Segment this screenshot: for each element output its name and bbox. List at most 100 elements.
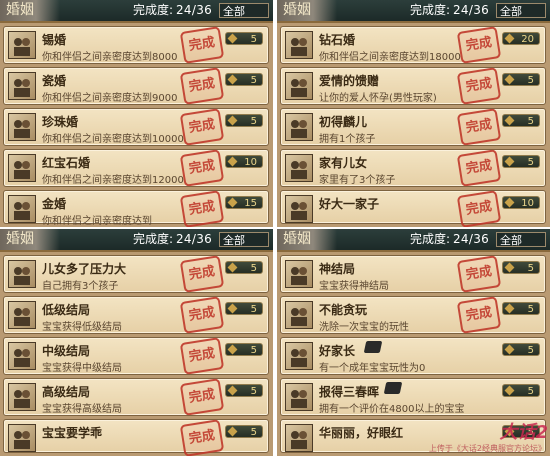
points-badge: 5 xyxy=(502,302,540,315)
filter-dropdown[interactable]: 全部 xyxy=(496,3,546,18)
portrait-icon xyxy=(285,154,313,182)
portrait-icon xyxy=(8,72,36,100)
achievement-desc: 宝宝获得高级结局 xyxy=(42,404,122,415)
achievement-desc: 你和伴侣之间亲密度达到18000 xyxy=(319,52,461,63)
achievement-panel: 婚姻 完成度: 24/36 全部 钻石婚 你和伴侣之间亲密度达到18000 完成… xyxy=(277,0,550,227)
points-badge: 5 xyxy=(225,73,263,86)
completed-stamp: 完成 xyxy=(179,108,225,146)
achievement-row[interactable]: 好大一家子 完成 10 xyxy=(280,190,546,227)
achievement-title: 金婚 xyxy=(42,197,67,211)
achievement-title: 神结局 xyxy=(319,262,356,276)
points-badge: 15 xyxy=(225,196,263,209)
achievement-title: 爱情的馈赠 xyxy=(319,74,380,88)
achievement-row[interactable]: 锡婚 你和伴侣之间亲密度达到8000 完成 5 xyxy=(3,26,269,64)
points-value: 5 xyxy=(250,116,257,127)
achievement-list[interactable]: 神结局 宝宝获得神结局 完成 5 不能贪玩 洗除一次宝宝的玩性 完成 5 好家长… xyxy=(277,252,550,456)
points-value: 5 xyxy=(527,386,534,397)
achievement-title: 红宝石婚 xyxy=(42,156,91,170)
points-icon xyxy=(504,33,515,44)
filter-dropdown[interactable]: 全部 xyxy=(219,3,269,18)
achievement-row[interactable]: 儿女多了压力大 自己拥有3个孩子 完成 5 xyxy=(3,255,269,293)
achievement-list[interactable]: 儿女多了压力大 自己拥有3个孩子 完成 5 低级结局 宝宝获得低级结局 完成 5… xyxy=(0,252,273,456)
completed-stamp: 完成 xyxy=(456,190,502,227)
achievement-desc: 有一个成年宝宝玩性为0 xyxy=(319,363,426,374)
achievement-panel: 婚姻 完成度: 24/36 全部 神结局 宝宝获得神结局 完成 5 不能贪玩 洗… xyxy=(277,229,550,456)
completed-stamp: 完成 xyxy=(179,190,225,227)
locked-icon xyxy=(383,382,403,394)
achievement-title: 不能贪玩 xyxy=(319,303,368,317)
achievement-row[interactable]: 低级结局 宝宝获得低级结局 完成 5 xyxy=(3,296,269,334)
achievement-list[interactable]: 钻石婚 你和伴侣之间亲密度达到18000 完成 20 爱情的馈赠 让你的爱人怀孕… xyxy=(277,23,550,227)
points-icon xyxy=(227,74,238,85)
achievement-title: 低级结局 xyxy=(42,303,91,317)
achievement-desc: 宝宝获得低级结局 xyxy=(42,322,122,333)
points-badge: 5 xyxy=(225,343,263,356)
points-badge: 5 xyxy=(225,384,263,397)
points-badge: 5 xyxy=(502,73,540,86)
points-icon xyxy=(504,156,515,167)
achievement-row[interactable]: 红宝石婚 你和伴侣之间亲密度达到12000 完成 10 xyxy=(3,149,269,187)
achievement-desc: 宝宝获得神结局 xyxy=(319,281,389,292)
achievement-row[interactable]: 神结局 宝宝获得神结局 完成 5 xyxy=(280,255,546,293)
achievement-row[interactable]: 不能贪玩 洗除一次宝宝的玩性 完成 5 xyxy=(280,296,546,334)
achievement-row[interactable]: 爱情的馈赠 让你的爱人怀孕(男性玩家) 完成 5 xyxy=(280,67,546,105)
completed-stamp: 完成 xyxy=(179,149,225,187)
locked-icon xyxy=(363,341,383,353)
achievement-row[interactable]: 高级结局 宝宝获得高级结局 完成 5 xyxy=(3,378,269,416)
points-badge: 5 xyxy=(502,384,540,397)
achievement-title: 华丽丽，好眼红 xyxy=(319,426,404,440)
points-icon xyxy=(227,385,238,396)
forum-watermark: 大话2 xyxy=(499,422,548,443)
achievement-row[interactable]: 中级结局 宝宝获得中级结局 完成 5 xyxy=(3,337,269,375)
forum-watermark-caption: 上传于《大话2经典服官方论坛》 xyxy=(428,444,546,453)
category-tab[interactable]: 婚姻 xyxy=(0,0,60,21)
achievement-title: 钻石婚 xyxy=(319,33,356,47)
portrait-icon xyxy=(285,260,313,288)
points-badge: 10 xyxy=(502,196,540,209)
progress-label: 完成度: xyxy=(133,3,174,17)
points-value: 5 xyxy=(250,263,257,274)
progress-value: 24/36 xyxy=(453,232,490,246)
points-value: 20 xyxy=(521,34,534,45)
portrait-icon xyxy=(285,342,313,370)
category-tab[interactable]: 婚姻 xyxy=(277,0,337,21)
category-tab[interactable]: 婚姻 xyxy=(0,229,60,250)
category-tab[interactable]: 婚姻 xyxy=(277,229,337,250)
completed-stamp: 完成 xyxy=(179,337,225,375)
achievement-title: 锡婚 xyxy=(42,33,67,47)
achievement-row[interactable]: 钻石婚 你和伴侣之间亲密度达到18000 完成 20 xyxy=(280,26,546,64)
achievement-row[interactable]: 珍珠婚 你和伴侣之间亲密度达到10000 完成 5 xyxy=(3,108,269,146)
panel-header: 婚姻 完成度: 24/36 全部 xyxy=(0,0,273,23)
achievement-desc: 你和伴侣之间亲密度达到 xyxy=(42,216,152,227)
points-value: 5 xyxy=(250,304,257,315)
achievement-row[interactable]: 好家长 有一个成年宝宝玩性为0 5 xyxy=(280,337,546,375)
achievement-title: 好大一家子 xyxy=(319,197,380,211)
achievement-desc: 家里有了3个孩子 xyxy=(319,175,396,186)
points-badge: 5 xyxy=(225,32,263,45)
achievement-title: 宝宝要学乖 xyxy=(42,426,103,440)
achievement-row[interactable]: 宝宝要学乖 完成 5 xyxy=(3,419,269,456)
achievement-list[interactable]: 锡婚 你和伴侣之间亲密度达到8000 完成 5 瓷婚 你和伴侣之间亲密度达到90… xyxy=(0,23,273,227)
achievement-desc: 自己拥有3个孩子 xyxy=(42,281,119,292)
achievement-row[interactable]: 初得麟儿 拥有1个孩子 完成 5 xyxy=(280,108,546,146)
points-value: 10 xyxy=(521,198,534,209)
points-icon xyxy=(227,262,238,273)
completed-stamp: 完成 xyxy=(456,108,502,146)
achievement-row[interactable]: 家有儿女 家里有了3个孩子 完成 5 xyxy=(280,149,546,187)
points-icon xyxy=(504,385,515,396)
achievement-panel: 婚姻 完成度: 24/36 全部 锡婚 你和伴侣之间亲密度达到8000 完成 5… xyxy=(0,0,273,227)
filter-dropdown[interactable]: 全部 xyxy=(219,232,269,247)
points-icon xyxy=(227,33,238,44)
points-value: 5 xyxy=(250,75,257,86)
points-icon xyxy=(504,74,515,85)
points-value: 5 xyxy=(250,386,257,397)
portrait-icon xyxy=(8,342,36,370)
filter-dropdown[interactable]: 全部 xyxy=(496,232,546,247)
achievement-row[interactable]: 瓷婚 你和伴侣之间亲密度达到9000 完成 5 xyxy=(3,67,269,105)
points-value: 5 xyxy=(527,304,534,315)
achievement-row[interactable]: 金婚 你和伴侣之间亲密度达到 完成 15 xyxy=(3,190,269,227)
points-icon xyxy=(227,426,238,437)
completed-stamp: 完成 xyxy=(179,378,225,416)
points-badge: 5 xyxy=(225,261,263,274)
achievement-row[interactable]: 报得三春晖 拥有一个评价在4800以上的宝宝 5 xyxy=(280,378,546,416)
